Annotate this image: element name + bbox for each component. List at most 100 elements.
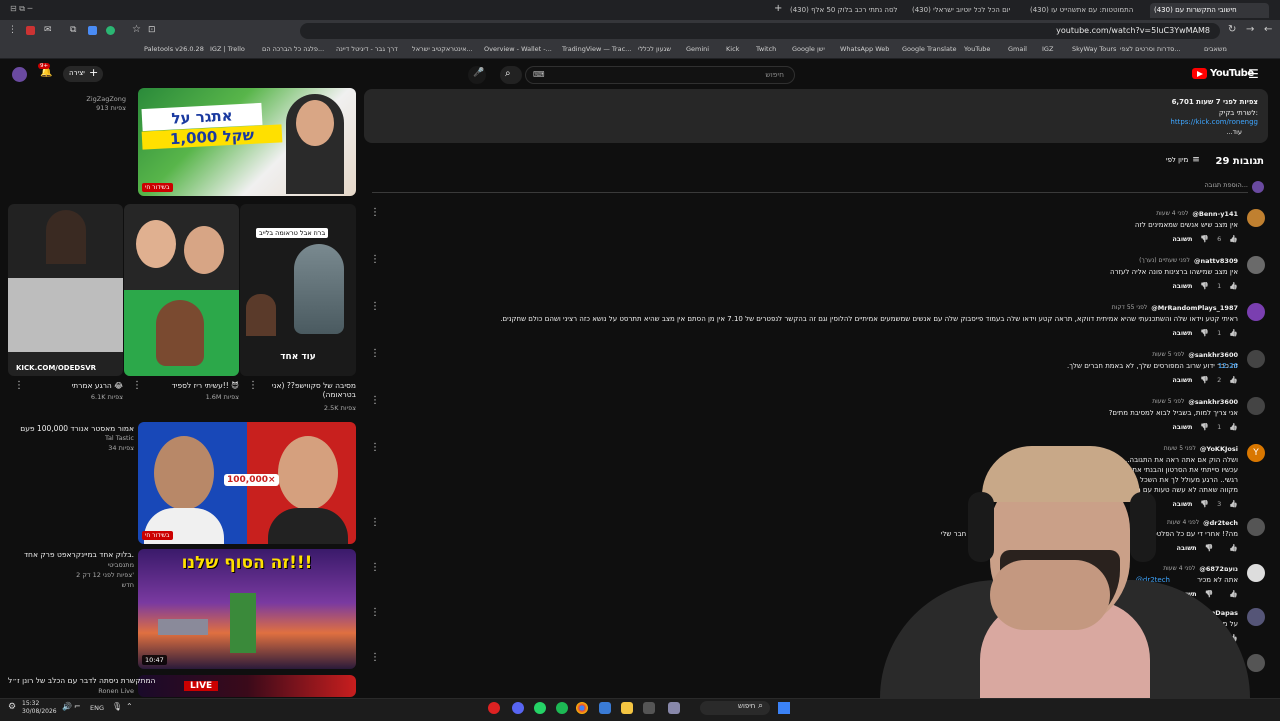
extension-icon[interactable]: [106, 26, 115, 35]
tab-2[interactable]: (430) התמוטטות: עם אתשהייט עו: [1030, 3, 1145, 18]
forward-icon[interactable]: →: [1246, 24, 1254, 35]
reply-button[interactable]: תשובה: [1172, 235, 1192, 243]
reply-button[interactable]: תשובה: [1172, 376, 1192, 384]
extension-icon[interactable]: [88, 26, 97, 35]
like-icon[interactable]: 👍: [1229, 329, 1238, 337]
search-box[interactable]: חיפוש ⌨: [525, 66, 795, 84]
comment-username[interactable]: @nattv8309: [1194, 257, 1238, 265]
like-icon[interactable]: 👍: [1229, 282, 1238, 290]
comment-time[interactable]: לפני 4 שעות: [1156, 210, 1188, 218]
bookmark-item[interactable]: WhatsApp Web: [840, 45, 889, 53]
commenter-avatar[interactable]: [1247, 350, 1265, 368]
microphone-icon[interactable]: 🎙: [112, 702, 122, 711]
show-more-button[interactable]: ...עוד: [1226, 128, 1242, 136]
commenter-avatar[interactable]: [1247, 209, 1265, 227]
bookmark-item[interactable]: אינטראקטיב ישראל...: [412, 45, 473, 53]
user-avatar[interactable]: [12, 67, 27, 82]
bookmark-item[interactable]: Kick: [726, 45, 739, 53]
windows-start-icon[interactable]: [778, 702, 790, 714]
extension-icon[interactable]: ✉: [44, 25, 52, 35]
description-box[interactable]: [364, 89, 1268, 143]
comment-time[interactable]: לפני 55 דקות: [1112, 304, 1147, 312]
video-thumbnail[interactable]: KICK.COM/ODEDSVR: [8, 204, 123, 376]
whatsapp-icon[interactable]: [534, 702, 546, 714]
bookmark-item[interactable]: Gemini: [686, 45, 709, 53]
chrome-icon[interactable]: [576, 702, 588, 714]
notifications-button[interactable]: 🔔 9+: [38, 63, 54, 82]
network-icon[interactable]: ⌐: [74, 702, 81, 711]
commenter-avatar[interactable]: [1247, 397, 1265, 415]
like-icon[interactable]: 👍: [1229, 235, 1238, 243]
tab-1-active[interactable]: (430) חישובי התקשרות עם: [1150, 3, 1269, 18]
bookmark-item[interactable]: Overview - Wallet -...: [484, 45, 552, 53]
more-options-icon[interactable]: ⋮: [132, 380, 142, 391]
more-options-icon[interactable]: ⋮: [370, 348, 380, 359]
dislike-icon[interactable]: 👎: [1200, 329, 1209, 337]
bookmark-item[interactable]: Paletools v26.0.28: [144, 45, 204, 53]
more-options-icon[interactable]: ⋮: [370, 562, 380, 573]
comment-time[interactable]: לפני 5 שעות: [1152, 351, 1184, 359]
settings-icon[interactable]: ⚙: [8, 702, 16, 712]
tab-3[interactable]: (430) יום הכל לכל יוטיוב ישראלי: [912, 3, 1027, 18]
more-options-icon[interactable]: ⋮: [14, 380, 24, 391]
store-icon[interactable]: [599, 702, 611, 714]
discord-icon[interactable]: [512, 702, 524, 714]
more-options-icon[interactable]: ⋮: [370, 652, 380, 663]
app-icon[interactable]: [488, 702, 500, 714]
dislike-icon[interactable]: 👎: [1200, 376, 1209, 384]
address-bar[interactable]: youtube.com/watch?v=5luC3YwMAM8: [300, 23, 1220, 39]
comment-time[interactable]: לפני 5 שעות: [1152, 398, 1184, 406]
bookmark-item[interactable]: Gmail: [1008, 45, 1027, 53]
bookmark-item[interactable]: משאבים: [1204, 45, 1227, 53]
more-options-icon[interactable]: ⋮: [370, 395, 380, 406]
more-options-icon[interactable]: ⋮: [370, 207, 380, 218]
video-title[interactable]: בלוק אחד במיינקראפט פרק אחד.: [8, 550, 134, 559]
bookmark-item[interactable]: Google ישן: [792, 45, 825, 53]
search-button[interactable]: ⌕: [500, 66, 522, 84]
bookmark-item[interactable]: IGZ | Trello: [210, 45, 245, 53]
video-title[interactable]: אמור מאסטר אנורד 100,000 פעם: [8, 424, 134, 433]
search-input[interactable]: חיפוש: [765, 70, 784, 79]
video-title[interactable]: הרגע אמרתי 😂: [8, 381, 123, 390]
bookmark-item[interactable]: שגעון לכללי: [638, 45, 671, 53]
commenter-avatar[interactable]: [1247, 256, 1265, 274]
comment-timestamp-link[interactable]: 12:26: [1218, 362, 1238, 370]
comment-username[interactable]: @sankhr3600: [1188, 351, 1238, 359]
video-thumbnail[interactable]: ברוז אבל טראומה בלייב עוד אחד: [240, 204, 356, 376]
more-options-icon[interactable]: ⋮: [370, 607, 380, 618]
site-settings-icon[interactable]: ⊡: [148, 25, 156, 35]
bookmark-item[interactable]: דרך גבר - דיגיטל דיינה: [336, 45, 398, 53]
dislike-icon[interactable]: 👎: [1200, 235, 1209, 243]
bookmark-item[interactable]: IGZ: [1042, 45, 1053, 53]
create-button[interactable]: + יצירה: [63, 66, 103, 82]
bookmark-item[interactable]: YouTube: [964, 45, 990, 53]
bookmark-item[interactable]: סדרות וסרטים לצפי...: [1120, 45, 1181, 53]
more-options-icon[interactable]: ⋮: [370, 442, 380, 453]
language-indicator[interactable]: ENG: [90, 704, 104, 712]
video-thumbnail[interactable]: אתגר על 1,000 שקל בשידור חי: [138, 88, 356, 196]
extension-icon[interactable]: ⧉: [70, 25, 76, 35]
more-options-icon[interactable]: ⋮: [370, 301, 380, 312]
clock[interactable]: 15:32 30/08/2026: [22, 700, 57, 716]
bookmark-item[interactable]: Google Translate: [902, 45, 957, 53]
extension-icon[interactable]: [26, 26, 35, 35]
tab-4[interactable]: (430) לסה נתתי רכב בלוק 50 אלף: [790, 3, 900, 18]
reply-button[interactable]: תשובה: [1172, 282, 1192, 290]
volume-icon[interactable]: 🔊: [62, 702, 72, 711]
bookmark-item[interactable]: Twitch: [756, 45, 776, 53]
video-thumbnail[interactable]: 100,000× בשידור חי: [138, 422, 356, 544]
video-thumbnail[interactable]: [124, 204, 239, 376]
like-icon[interactable]: 👍: [1229, 376, 1238, 384]
new-tab-icon[interactable]: +: [774, 3, 782, 14]
comment-username[interactable]: @Benn-y141: [1192, 210, 1238, 218]
comment-time[interactable]: לפני שעתיים (נערך): [1139, 257, 1190, 265]
voice-search-button[interactable]: 🎤: [468, 66, 486, 84]
description-link[interactable]: https://kick.com/ronengg: [1170, 118, 1258, 126]
reply-button[interactable]: תשובה: [1172, 329, 1192, 337]
add-comment-input[interactable]: הוספת תגובה...: [372, 181, 1248, 193]
refresh-icon[interactable]: ↻: [1228, 24, 1236, 35]
taskbar-search[interactable]: חיפוש ⌕: [700, 701, 770, 715]
bookmark-item[interactable]: פלגה כל הברכה הם...: [262, 45, 324, 53]
more-options-icon[interactable]: ⋮: [370, 254, 380, 265]
comment-username[interactable]: @sankhr3600: [1188, 398, 1238, 406]
